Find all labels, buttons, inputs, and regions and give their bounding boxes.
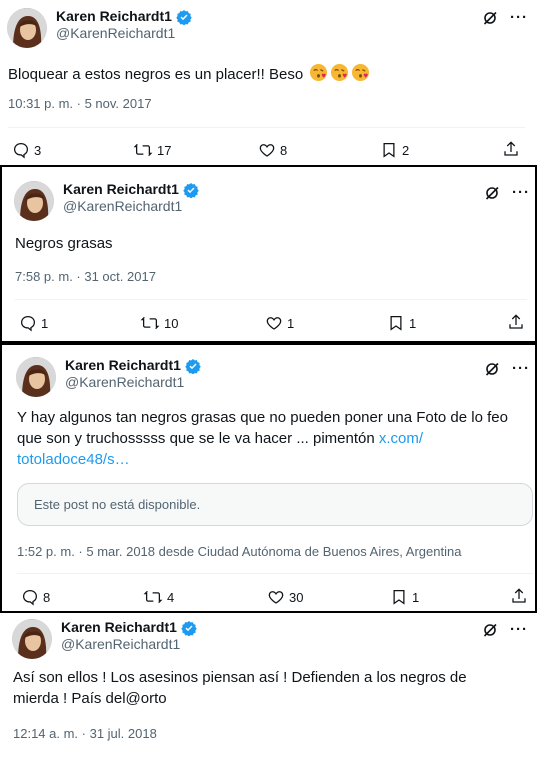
share-icon <box>509 314 523 329</box>
share-button[interactable] <box>502 140 520 158</box>
reply-button[interactable]: 3 <box>12 141 41 159</box>
tweet-card[interactable]: Karen Reichardt1 @KarenReichardt1 ··· As… <box>0 613 537 758</box>
like-count: 30 <box>289 589 304 605</box>
like-count: 1 <box>287 315 295 331</box>
share-icon <box>512 588 526 603</box>
reply-icon <box>13 142 29 159</box>
tweet-card[interactable]: Karen Reichardt1 @KarenReichardt1 ··· Bl… <box>0 0 537 165</box>
author-handle[interactable]: @KarenReichardt1 <box>63 198 199 215</box>
divider <box>15 299 527 300</box>
heart-icon <box>268 591 284 604</box>
grok-icon[interactable] <box>482 622 498 638</box>
kiss-face-icon <box>330 63 349 88</box>
retweet-count: 17 <box>157 142 172 158</box>
grok-icon[interactable] <box>482 10 498 26</box>
avatar[interactable] <box>14 181 54 221</box>
retweet-count: 4 <box>167 589 175 605</box>
quote-unavailable-text: Este post no está disponible. <box>34 497 201 512</box>
retweet-icon <box>143 590 163 604</box>
verified-badge-icon <box>185 358 201 374</box>
tweet-card[interactable]: Karen Reichardt1 @KarenReichardt1 ··· Y … <box>0 343 537 613</box>
author-name[interactable]: Karen Reichardt1 <box>65 357 181 374</box>
tweet-text-content: Bloquear a estos negros es un placer!! B… <box>8 66 304 83</box>
bookmark-button[interactable]: 1 <box>390 588 419 606</box>
like-button[interactable]: 1 <box>265 314 294 332</box>
author-name[interactable]: Karen Reichardt1 <box>61 619 177 636</box>
bookmark-icon <box>390 315 402 331</box>
reply-count: 1 <box>41 315 49 331</box>
verified-badge-icon <box>183 182 199 198</box>
tweet-text: Así son ellos ! Los asesinos piensan así… <box>13 667 528 709</box>
retweet-button[interactable]: 10 <box>140 314 178 332</box>
reply-button[interactable]: 1 <box>19 314 48 332</box>
more-icon[interactable]: ··· <box>512 361 530 376</box>
retweet-button[interactable]: 17 <box>133 141 171 159</box>
grok-icon[interactable] <box>484 361 500 377</box>
tweet-text-line: Así son ellos ! Los asesinos piensan así… <box>13 669 467 686</box>
more-icon[interactable]: ··· <box>510 622 528 637</box>
kiss-face-icon <box>351 63 370 88</box>
bookmark-icon <box>393 589 405 605</box>
retweet-icon <box>133 143 153 157</box>
tweet-text-segment: que son y truchosssss que se le va hacer… <box>17 430 379 447</box>
heart-icon <box>259 144 275 157</box>
more-icon[interactable]: ··· <box>512 185 530 200</box>
heart-icon <box>266 317 282 330</box>
bookmark-count: 1 <box>409 315 417 331</box>
author-handle[interactable]: @KarenReichardt1 <box>65 374 201 391</box>
avatar[interactable] <box>12 619 52 659</box>
more-icon[interactable]: ··· <box>510 10 528 25</box>
tweet-link[interactable]: totoladoce48/s… <box>17 449 532 470</box>
reply-button[interactable]: 8 <box>21 588 50 606</box>
tweet-text-line: mierda ! País del@orto <box>13 690 167 707</box>
tweet-timestamp[interactable]: 1:52 p. m. · 5 mar. 2018 desde Ciudad Au… <box>17 544 461 559</box>
reply-icon <box>22 589 38 606</box>
bookmark-icon <box>383 142 395 158</box>
avatar[interactable] <box>7 8 47 48</box>
retweet-icon <box>140 316 160 330</box>
retweet-button[interactable]: 4 <box>143 588 174 606</box>
bookmark-count: 2 <box>402 142 410 158</box>
bookmark-button[interactable]: 2 <box>380 141 409 159</box>
verified-badge-icon <box>176 9 192 25</box>
divider <box>8 127 525 128</box>
retweet-count: 10 <box>164 315 179 331</box>
share-icon <box>504 141 518 156</box>
tweet-timestamp[interactable]: 12:14 a. m. · 31 jul. 2018 <box>13 726 157 741</box>
divider <box>17 573 533 574</box>
kiss-face-icon <box>309 63 328 88</box>
author-handle[interactable]: @KarenReichardt1 <box>61 636 197 653</box>
like-button[interactable]: 30 <box>267 588 303 606</box>
quoted-post-unavailable: Este post no está disponible. <box>17 483 533 526</box>
tweet-timestamp[interactable]: 7:58 p. m. · 31 oct. 2017 <box>15 269 156 284</box>
author-name[interactable]: Karen Reichardt1 <box>56 8 172 25</box>
grok-icon[interactable] <box>484 185 500 201</box>
bookmark-count: 1 <box>412 589 420 605</box>
author-handle[interactable]: @KarenReichardt1 <box>56 25 192 42</box>
tweet-text: Y hay algunos tan negros grasas que no p… <box>17 407 532 470</box>
like-count: 8 <box>280 142 288 158</box>
reply-count: 3 <box>34 142 42 158</box>
tweet-timestamp[interactable]: 10:31 p. m. · 5 nov. 2017 <box>8 96 152 111</box>
reply-count: 8 <box>43 589 51 605</box>
tweet-text: Bloquear a estos negros es un placer!! B… <box>8 63 370 88</box>
tweet-text: Negros grasas <box>15 235 113 252</box>
avatar[interactable] <box>16 357 56 397</box>
bookmark-button[interactable]: 1 <box>387 314 416 332</box>
share-button[interactable] <box>507 313 525 331</box>
verified-badge-icon <box>181 620 197 636</box>
author-name[interactable]: Karen Reichardt1 <box>63 181 179 198</box>
reply-icon <box>20 315 36 332</box>
tweet-card[interactable]: Karen Reichardt1 @KarenReichardt1 ··· Ne… <box>0 165 537 343</box>
like-button[interactable]: 8 <box>258 141 287 159</box>
tweet-text-line: Y hay algunos tan negros grasas que no p… <box>17 409 508 426</box>
share-button[interactable] <box>510 587 528 605</box>
tweet-text-line: que son y truchosssss que se le va hacer… <box>17 428 532 449</box>
tweet-link[interactable]: x.com/ <box>379 430 423 447</box>
